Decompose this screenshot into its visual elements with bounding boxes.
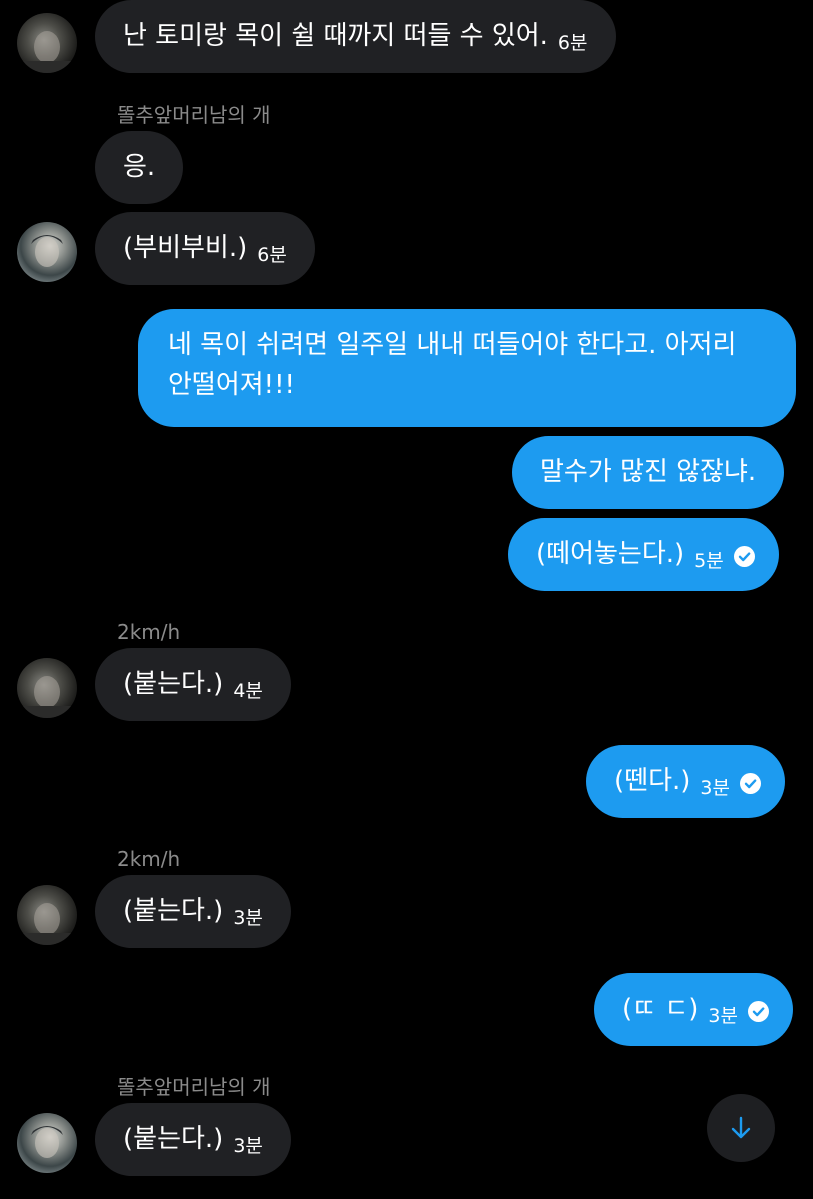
message-time: 3분: [233, 1135, 263, 1157]
check-circle-icon: [739, 773, 761, 794]
avatar[interactable]: [17, 13, 77, 73]
message-text-line: 안떨어져!!!: [168, 370, 295, 400]
sender-name: 똘추앞머리남의 개: [117, 1075, 271, 1099]
message-bubble-received[interactable]: 응.: [95, 131, 184, 204]
check-circle-icon: [733, 546, 755, 567]
message-bubble-received[interactable]: (붙는다.) 3분: [95, 1103, 291, 1176]
message-text: (뗀다.): [614, 766, 691, 796]
message-bubble-received[interactable]: (붙는다.) 4분: [95, 648, 291, 721]
message-bubble-sent[interactable]: (ㄸ ㄷ) 3분: [594, 973, 793, 1046]
message-time: 5분: [694, 550, 724, 572]
sender-name: 똘추앞머리남의 개: [117, 103, 271, 127]
message-bubble-sent[interactable]: (떼어놓는다.) 5분: [508, 518, 779, 591]
sender-name: 2km/h: [117, 847, 181, 871]
message-text: (붙는다.): [123, 1124, 224, 1154]
message-text: 응.: [123, 152, 156, 182]
sender-name: 2km/h: [117, 620, 181, 644]
avatar[interactable]: [17, 885, 77, 945]
message-bubble-sent[interactable]: 말수가 많진 않잖냐.: [512, 436, 785, 509]
message-time: 6분: [257, 244, 287, 266]
message-text: (ㄸ ㄷ): [622, 994, 699, 1024]
message-text-line: 네 목이 쉬려면 일주일 내내 떠들어야 한다고. 아저리: [168, 330, 737, 360]
message-text: (부비부비.): [123, 233, 248, 263]
message-time: 3분: [708, 1005, 738, 1027]
scroll-to-bottom-button[interactable]: [707, 1094, 775, 1162]
message-time: 4분: [233, 680, 263, 702]
arrow-down-icon: [731, 1116, 751, 1139]
message-text: (떼어놓는다.): [536, 539, 685, 569]
message-text: (붙는다.): [123, 896, 224, 926]
message-bubble-received[interactable]: (붙는다.) 3분: [95, 875, 291, 948]
message-text: (붙는다.): [123, 669, 224, 699]
message-text: 말수가 많진 않잖냐.: [540, 457, 757, 487]
message-time: 3분: [700, 777, 730, 799]
message-time: 3분: [233, 907, 263, 929]
message-bubble-received[interactable]: (부비부비.) 6분: [95, 212, 315, 285]
message-bubble-received[interactable]: 난 토미랑 목이 쉴 때까지 떠들 수 있어. 6분: [95, 0, 616, 73]
avatar[interactable]: [17, 1113, 77, 1173]
check-circle-icon: [747, 1001, 769, 1022]
message-time: 6분: [557, 32, 588, 54]
avatar[interactable]: [17, 222, 77, 282]
message-text: 난 토미랑 목이 쉴 때까지 떠들 수 있어.: [123, 21, 548, 51]
message-bubble-sent[interactable]: (뗀다.) 3분: [586, 745, 785, 818]
avatar[interactable]: [17, 658, 77, 718]
message-bubble-sent[interactable]: 네 목이 쉬려면 일주일 내내 떠들어야 한다고. 아저리 안떨어져!!!: [138, 309, 796, 427]
